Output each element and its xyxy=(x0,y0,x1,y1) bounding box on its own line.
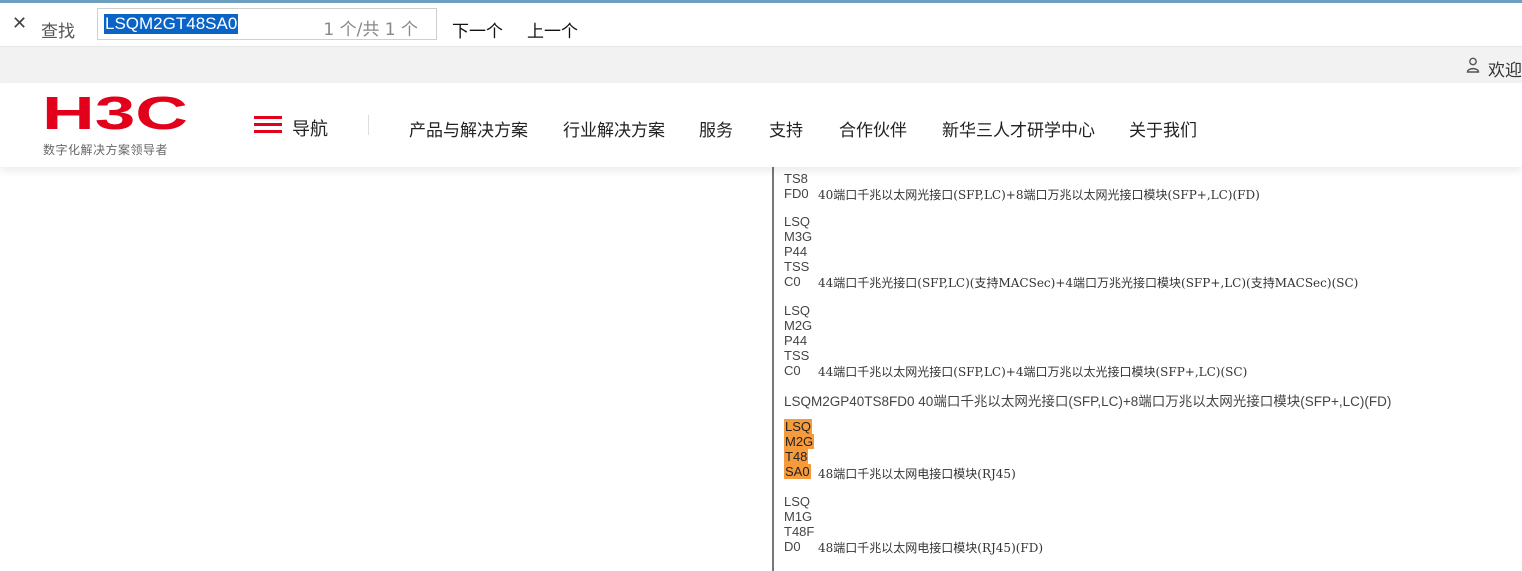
product-code: TS8 FD0 xyxy=(784,171,809,201)
nav-item-products[interactable]: 产品与解决方案 xyxy=(409,116,528,141)
nav-toggle-label[interactable]: 导航 xyxy=(292,115,328,141)
find-match-count: 1 个/共 1 个 xyxy=(323,20,418,40)
find-label: 查找 xyxy=(41,22,75,42)
nav-item-industry[interactable]: 行业解决方案 xyxy=(563,116,665,141)
table-left-border xyxy=(772,160,774,571)
search-highlight: SA0 xyxy=(784,464,811,479)
welcome-link[interactable]: 欢迎 xyxy=(1488,56,1522,81)
product-code-highlighted: LSQ M2G T48 SA0 xyxy=(784,419,815,479)
site-header: H3C 数字化解决方案领导者 导航 产品与解决方案 行业解决方案 服务 支持 合… xyxy=(0,83,1522,167)
find-input[interactable]: LSQM2GT48SA0 1 个/共 1 个 xyxy=(97,8,437,40)
find-bar: ✕ 查找 LSQM2GT48SA0 1 个/共 1 个 下一个 上一个 xyxy=(0,3,1522,47)
close-icon[interactable]: ✕ xyxy=(12,15,27,33)
search-highlight: M2G xyxy=(784,434,815,449)
find-prev-button[interactable]: 上一个 xyxy=(527,17,578,42)
utility-bar: 欢迎 xyxy=(0,47,1522,83)
search-highlight: T48 xyxy=(784,449,809,464)
nav-item-services[interactable]: 服务 xyxy=(699,116,733,141)
nav-item-partners[interactable]: 合作伙伴 xyxy=(839,116,907,141)
product-description: 44端口千兆以太网光接口(SFP,LC)+4端口万兆以太光接口模块(SFP+,L… xyxy=(818,365,1248,379)
product-description: 44端口千兆光接口(SFP,LC)(支持MACSec)+4端口万兆光接口模块(S… xyxy=(818,276,1359,290)
search-highlight: LSQ xyxy=(784,419,813,434)
product-description: 48端口千兆以太网电接口模块(RJ45)(FD) xyxy=(818,541,1044,555)
product-description: 48端口千兆以太网电接口模块(RJ45) xyxy=(818,467,1016,481)
product-code: LSQ M1G T48F D0 xyxy=(784,494,815,554)
nav-item-academy[interactable]: 新华三人才研学中心 xyxy=(942,116,1095,141)
user-icon[interactable] xyxy=(1466,57,1480,73)
nav-item-support[interactable]: 支持 xyxy=(769,116,803,141)
nav-item-about[interactable]: 关于我们 xyxy=(1129,116,1197,141)
logo-tagline: 数字化解决方案领导者 xyxy=(43,143,169,157)
product-code: LSQ M3G P44 TSS C0 xyxy=(784,214,813,289)
product-row-full: LSQM2GP40TS8FD0 40端口千兆以太网光接口(SFP,LC)+8端口… xyxy=(784,394,1392,409)
find-next-button[interactable]: 下一个 xyxy=(452,17,503,42)
logo-text: H3C xyxy=(42,93,188,139)
find-query-text[interactable]: LSQM2GT48SA0 xyxy=(104,14,239,34)
hamburger-menu-icon[interactable] xyxy=(254,116,282,134)
product-description: 40端口千兆以太网光接口(SFP,LC)+8端口万兆以太网光接口模块(SFP+,… xyxy=(818,188,1260,202)
nav-divider xyxy=(368,115,369,135)
product-code: LSQ M2G P44 TSS C0 xyxy=(784,303,813,378)
